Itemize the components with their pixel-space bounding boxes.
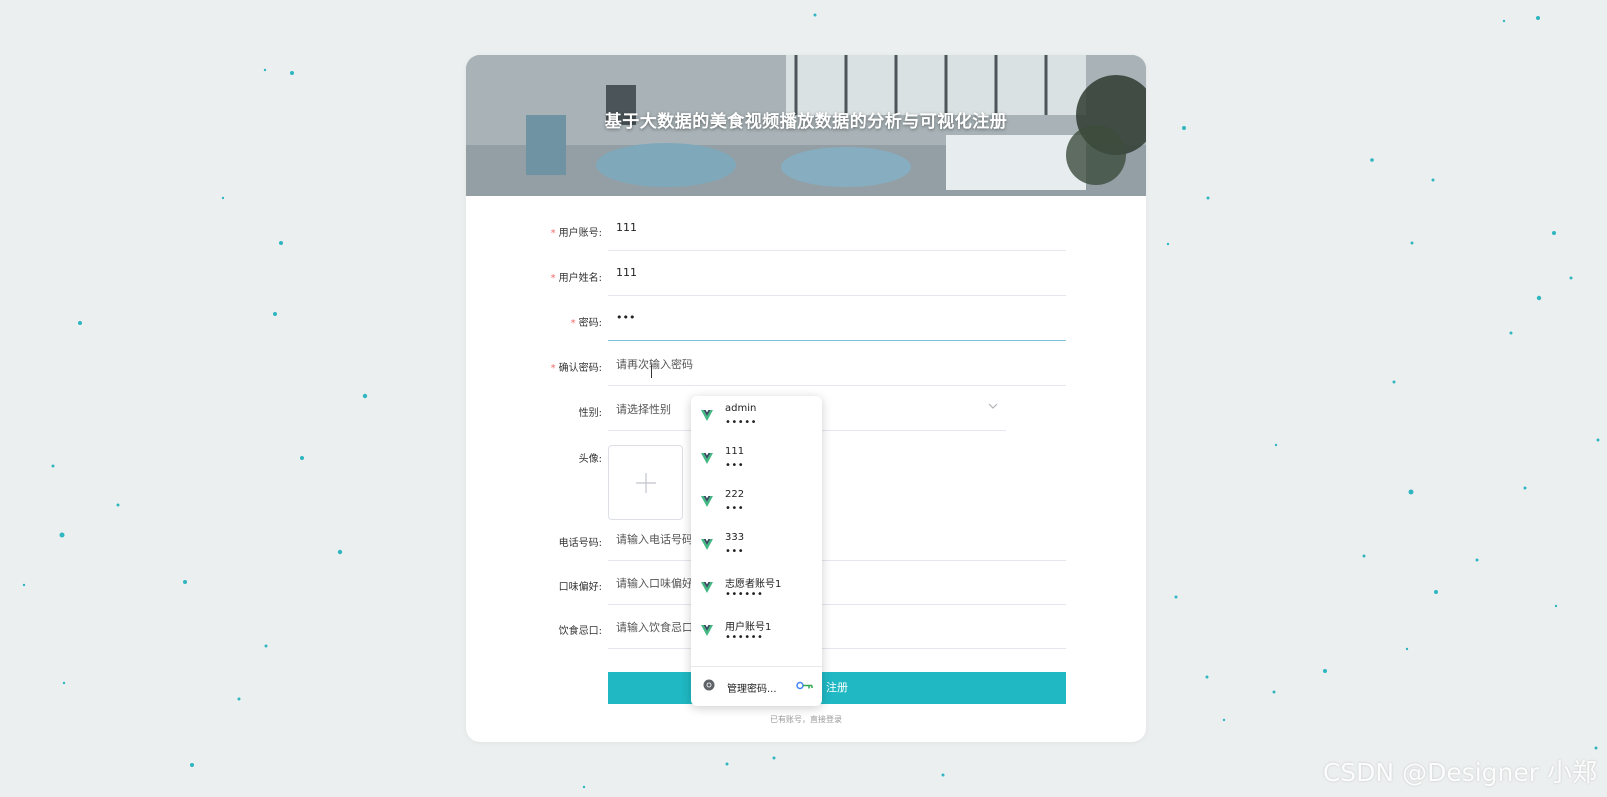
autofill-suggestion[interactable]: 111 ••• — [691, 439, 822, 483]
suggestion-password: ••••• — [725, 417, 757, 428]
password-label: * 密码: — [570, 318, 602, 329]
suggestion-password: ••• — [725, 460, 745, 471]
banner-image: 基于大数据的美食视频播放数据的分析与可视化注册 — [466, 55, 1146, 196]
suggestion-username: 222 — [725, 489, 745, 500]
confirm-password-input[interactable]: 请再次输入密码 — [608, 342, 1066, 386]
page-title: 基于大数据的美食视频播放数据的分析与可视化注册 — [604, 112, 1008, 132]
register-button[interactable]: 注册 — [608, 672, 1066, 704]
vue-logo-icon — [701, 496, 713, 507]
autofill-suggestion[interactable]: 222 ••• — [691, 482, 822, 526]
plus-icon — [636, 473, 656, 493]
name-label: * 用户姓名: — [550, 273, 602, 284]
required-mark: * — [570, 318, 576, 329]
vue-logo-icon — [701, 582, 713, 593]
phone-input[interactable]: 请输入电话号码 — [608, 517, 1066, 561]
taste-label: 口味偏好: — [558, 582, 602, 593]
suggestion-password: •••••• — [725, 589, 764, 600]
suggestion-username: admin — [725, 403, 757, 414]
vue-logo-icon — [701, 539, 713, 550]
suggestion-password: •••••• — [725, 632, 764, 643]
text-cursor — [651, 365, 652, 378]
manage-passwords-item[interactable]: 管理密码... — [691, 668, 822, 704]
required-mark: * — [550, 273, 556, 284]
suggestion-username: 用户账号1 — [725, 622, 772, 633]
account-label: * 用户账号: — [550, 228, 602, 239]
suggestion-username: 333 — [725, 532, 745, 543]
avatar-upload[interactable] — [608, 445, 683, 520]
password-input[interactable]: ••• — [608, 297, 1066, 341]
vue-logo-icon — [701, 453, 713, 464]
key-icon — [796, 681, 813, 690]
required-mark: * — [550, 363, 556, 374]
suggestion-username: 志愿者账号1 — [725, 579, 782, 590]
name-input[interactable]: 111 — [608, 252, 1066, 296]
autofill-suggestion[interactable]: 志愿者账号1 •••••• — [691, 568, 822, 612]
confirm-password-label: * 确认密码: — [550, 363, 602, 374]
account-input[interactable]: 111 — [608, 207, 1066, 251]
vue-logo-icon — [701, 625, 713, 636]
autofill-suggestion[interactable]: admin ••••• — [691, 396, 822, 440]
suggestion-username: 111 — [725, 446, 745, 457]
password-autofill-dropdown: admin ••••• 111 ••• 222 ••• 333 ••• 志愿者账号1 ••••••… — [691, 396, 822, 706]
gender-label: 性别: — [578, 408, 602, 419]
login-link[interactable]: 已有账号，直接登录 — [466, 714, 1146, 725]
chrome-icon — [703, 679, 715, 691]
required-mark: * — [550, 228, 556, 239]
diet-input[interactable]: 请输入饮食忌口 — [608, 605, 1066, 649]
suggestion-password: ••• — [725, 503, 745, 514]
suggestion-password: ••• — [725, 546, 745, 557]
dropdown-divider — [691, 666, 822, 667]
vue-logo-icon — [701, 410, 713, 421]
watermark: CSDN @Designer 小郑 — [1322, 758, 1597, 787]
autofill-suggestion[interactable]: 用户账号1 •••••• — [691, 611, 822, 655]
avatar-label: 头像: — [578, 454, 602, 465]
taste-input[interactable]: 请输入口味偏好 — [608, 561, 1066, 605]
autofill-suggestion[interactable]: 333 ••• — [691, 525, 822, 569]
phone-label: 电话号码: — [558, 538, 602, 549]
diet-label: 饮食忌口: — [558, 626, 602, 637]
chevron-down-icon — [988, 403, 998, 409]
